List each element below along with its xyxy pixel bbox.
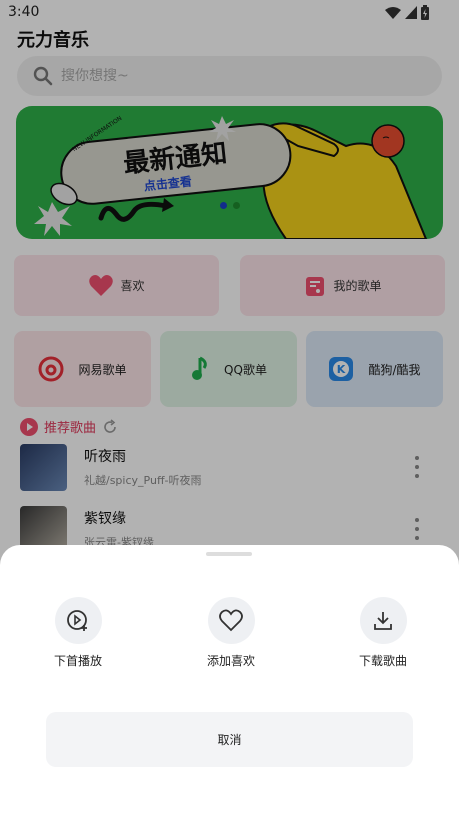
download-icon bbox=[374, 611, 392, 630]
play-next-icon bbox=[67, 609, 87, 631]
add-favorite-label: 添加喜欢 bbox=[206, 654, 255, 668]
sheet-handle[interactable] bbox=[206, 552, 252, 556]
download-label: 下载歌曲 bbox=[358, 654, 407, 668]
cancel-button[interactable]: 取消 bbox=[46, 712, 413, 767]
add-favorite-button[interactable]: 添加喜欢 bbox=[181, 597, 281, 669]
song-actions-sheet: 下首播放 添加喜欢 下载歌曲 取消 bbox=[0, 545, 459, 816]
play-next-label: 下首播放 bbox=[53, 654, 102, 668]
heart-outline-icon bbox=[219, 609, 243, 631]
download-button[interactable]: 下载歌曲 bbox=[333, 597, 433, 669]
play-next-button[interactable]: 下首播放 bbox=[28, 597, 128, 669]
